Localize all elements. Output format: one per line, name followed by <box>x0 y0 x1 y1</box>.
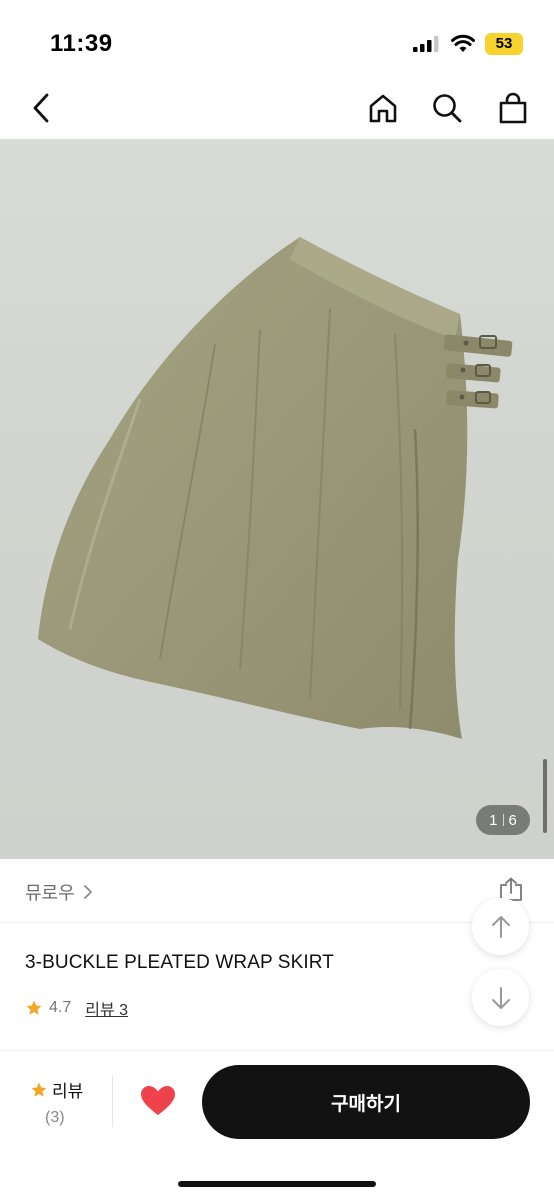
bottom-action-bar: 리뷰 (3) 구매하기 <box>0 1050 554 1200</box>
back-chevron-icon <box>33 93 49 123</box>
page-separator <box>502 814 504 826</box>
rating-value: 4.7 <box>49 999 72 1016</box>
rating-row: 4.7 리뷰 3 <box>25 996 128 1020</box>
product-title: 3-BUCKLE PLEATED WRAP SKIRT <box>25 952 334 973</box>
status-time: 11:39 <box>50 30 113 57</box>
review-summary-button[interactable]: 리뷰 (3) <box>30 1077 94 1127</box>
star-icon <box>31 1082 47 1097</box>
shopping-bag-icon <box>499 92 527 124</box>
product-image-carousel[interactable]: 1 6 <box>0 139 554 859</box>
heart-icon <box>141 1086 175 1115</box>
review-label: 리뷰 <box>52 1082 84 1101</box>
wifi-icon <box>451 34 475 52</box>
page-current: 1 <box>489 811 498 829</box>
status-bar: 11:39 53 <box>0 0 554 80</box>
image-scrollbar <box>543 759 547 833</box>
buy-button[interactable]: 구매하기 <box>202 1065 530 1139</box>
search-button[interactable] <box>425 86 469 130</box>
page-indicator: 1 6 <box>476 805 530 835</box>
signal-icon <box>413 36 439 52</box>
brand-row: 뮤로우 <box>0 859 554 923</box>
search-icon <box>433 94 462 123</box>
home-icon <box>369 94 397 123</box>
brand-link[interactable]: 뮤로우 <box>25 879 93 905</box>
chevron-right-icon <box>83 885 92 899</box>
like-button[interactable] <box>138 1081 178 1121</box>
arrow-down-icon <box>491 986 510 1009</box>
divider <box>112 1075 113 1127</box>
review-count: (3) <box>45 1109 65 1126</box>
scroll-down-button[interactable] <box>472 969 529 1026</box>
battery-icon: 53 <box>485 33 523 55</box>
arrow-up-icon <box>491 915 510 938</box>
scroll-up-button[interactable] <box>472 898 529 955</box>
brand-name: 뮤로우 <box>25 883 75 903</box>
nav-bar <box>0 80 554 138</box>
page-total: 6 <box>508 811 517 829</box>
home-indicator <box>178 1181 376 1187</box>
review-link[interactable]: 리뷰 3 <box>85 996 128 1020</box>
product-photo <box>38 237 513 739</box>
star-icon <box>26 1000 42 1015</box>
home-button[interactable] <box>361 86 405 130</box>
back-button[interactable] <box>20 86 64 130</box>
cart-button[interactable] <box>491 86 535 130</box>
